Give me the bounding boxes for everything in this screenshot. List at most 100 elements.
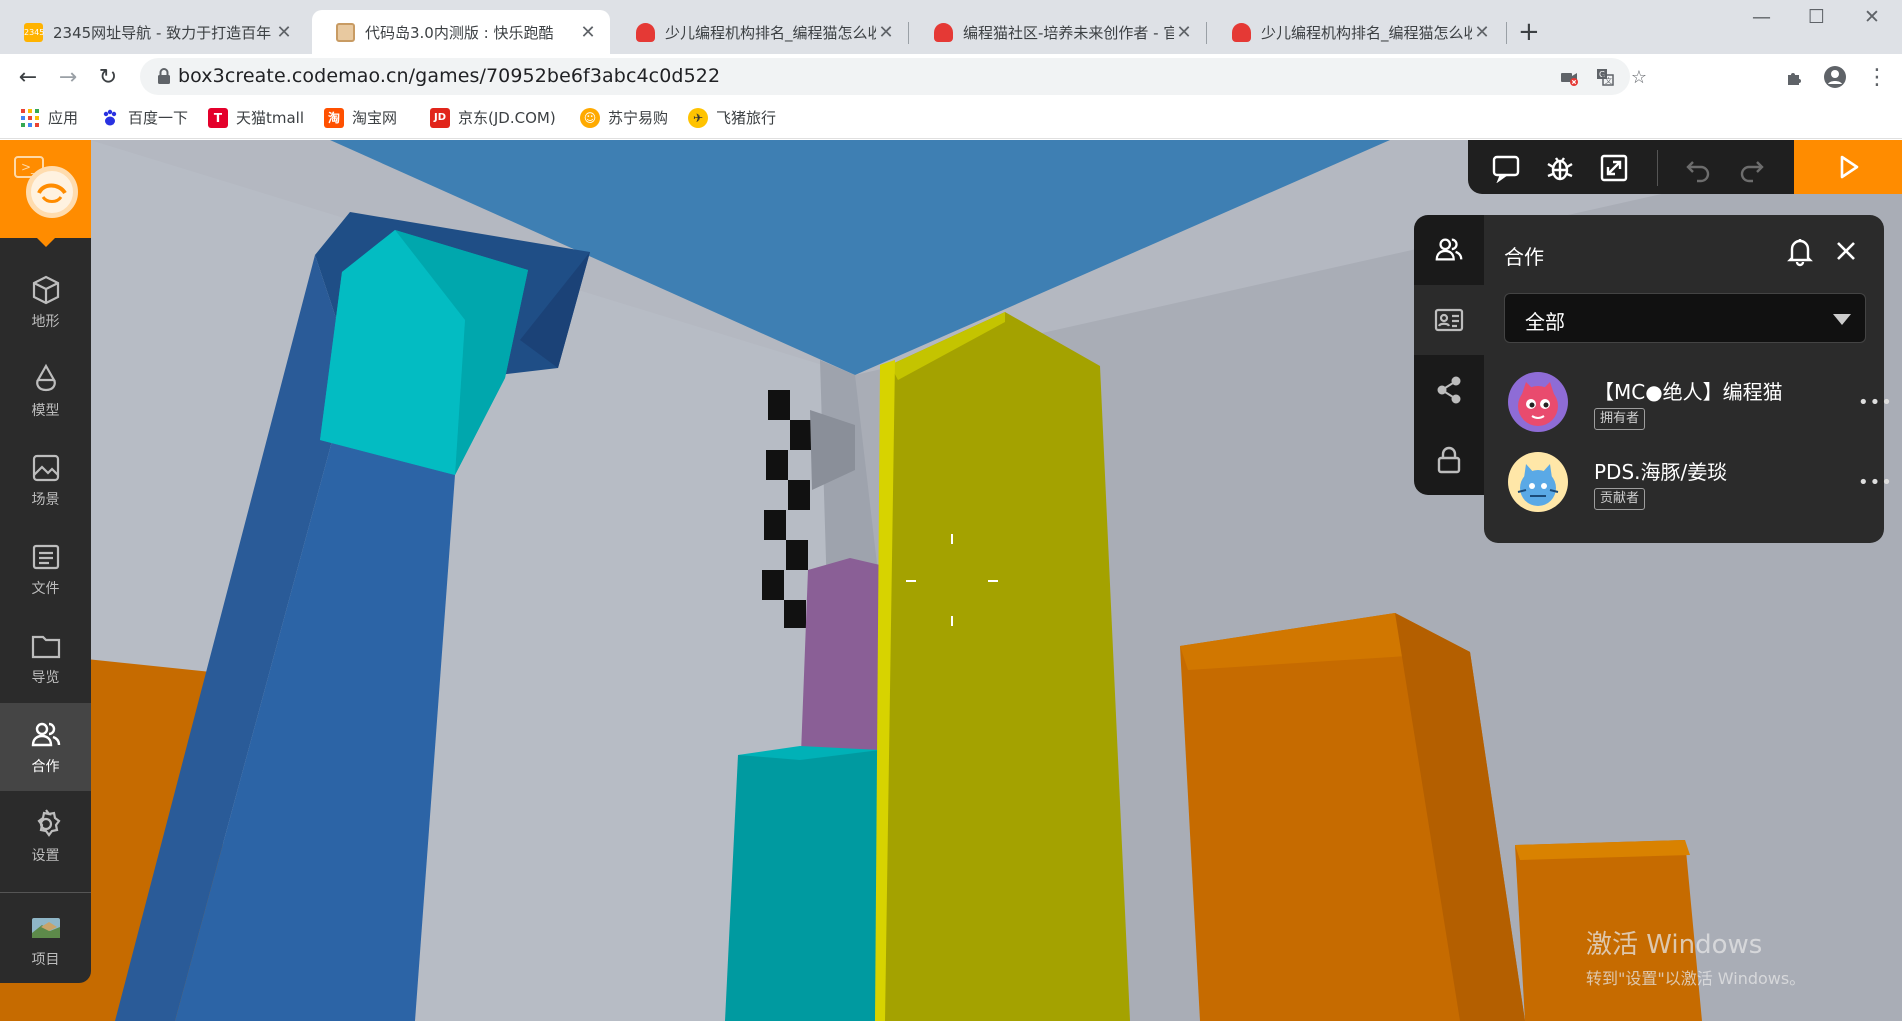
window-close-button[interactable]: ✕ <box>1864 6 1880 28</box>
member-list-item[interactable]: PDS.海豚/姜琰 贡献者 ••• <box>1508 450 1892 514</box>
close-icon[interactable] <box>1832 237 1860 265</box>
run-play-button[interactable] <box>1794 140 1902 194</box>
bookmark-label: 京东(JD.COM) <box>458 109 556 127</box>
sidebar-item-collaborate[interactable]: 合作 <box>0 703 91 791</box>
bookmark-tmall[interactable]: T 天猫tmall <box>208 107 304 128</box>
bookmark-label: 飞猪旅行 <box>716 109 777 127</box>
rail-members-button[interactable] <box>1414 215 1484 285</box>
tab-separator <box>908 22 909 44</box>
tab-close-icon[interactable]: ✕ <box>274 22 294 43</box>
browser-tab-2345[interactable]: 2345 2345网址导航 - 致力于打造百年 ✕ <box>0 10 306 54</box>
sidebar-item-model[interactable]: 模型 <box>0 347 91 435</box>
model-bell-icon <box>35 363 56 392</box>
box3-favicon-icon <box>336 22 355 42</box>
bookmark-star-icon[interactable]: ☆ <box>1626 64 1652 90</box>
sidebar-item-scene[interactable]: 场景 <box>0 436 91 524</box>
watermark-subtitle: 转到"设置"以激活 Windows。 <box>1586 969 1806 988</box>
sidebar-item-guide[interactable]: 导览 <box>0 614 91 702</box>
tab-close-icon[interactable]: ✕ <box>578 22 598 43</box>
bookmark-label: 苏宁易购 <box>608 109 669 127</box>
baidu-paw-icon <box>100 108 120 128</box>
windows-activation-watermark: 激活 Windows 转到"设置"以激活 Windows。 <box>1586 924 1805 989</box>
image-icon <box>32 454 59 482</box>
tab-separator <box>1206 22 1207 44</box>
folder-icon <box>31 635 60 659</box>
collaboration-panel: 合作 全部 【MC●绝人】编程猫 拥有者 ••• PDS.海豚/姜琰 贡献者 •… <box>1484 215 1892 543</box>
browser-tab-codemao-rank-2[interactable]: 少儿编程机构排名_编程猫怎么收 ✕ <box>1208 10 1504 54</box>
project-thumbnail-icon <box>31 918 60 938</box>
tab-close-icon[interactable]: ✕ <box>876 22 896 43</box>
sidebar-item-label: 合作 <box>31 759 60 775</box>
bookmark-jd[interactable]: JD 京东(JD.COM) <box>430 107 556 128</box>
member-list-item[interactable]: 【MC●绝人】编程猫 拥有者 ••• <box>1508 370 1892 434</box>
member-filter-select[interactable]: 全部 <box>1504 293 1866 343</box>
play-icon <box>1840 155 1859 179</box>
bookmarks-bar: 应用 百度一下 T 天猫tmall 淘 淘宝网 JD 京东(JD.COM) ☺ … <box>0 99 1902 139</box>
extensions-puzzle-icon[interactable] <box>1780 62 1810 92</box>
debug-bug-icon[interactable] <box>1544 152 1576 184</box>
tab-close-icon[interactable]: ✕ <box>1174 22 1194 43</box>
rail-lock-button[interactable] <box>1414 425 1484 495</box>
sidebar-item-label: 设置 <box>31 848 60 864</box>
back-arrow-icon[interactable]: ← <box>12 61 44 93</box>
tab-title: 编程猫社区-培养未来创作者 - 官 <box>963 23 1174 42</box>
sidebar-item-project[interactable]: 项目 <box>0 900 91 980</box>
sidebar-item-settings[interactable]: 设置 <box>0 792 91 880</box>
jd-icon: JD <box>430 107 450 128</box>
bookmark-suning[interactable]: ☺ 苏宁易购 <box>580 107 668 128</box>
sidebar-item-label: 场景 <box>31 492 60 508</box>
codemao-logo[interactable]: >_ <box>0 140 91 238</box>
window-minimize-button[interactable]: — <box>1752 6 1771 28</box>
bookmark-taobao[interactable]: 淘 淘宝网 <box>324 107 397 128</box>
rail-share-button[interactable] <box>1414 355 1484 425</box>
tab-separator <box>1506 22 1507 44</box>
watermark-title: 激活 Windows <box>1586 930 1763 960</box>
sidebar-item-label: 地形 <box>31 314 60 330</box>
bookmark-label: 天猫tmall <box>236 109 305 127</box>
id-card-icon <box>1434 308 1464 332</box>
reload-icon[interactable]: ↻ <box>92 61 124 93</box>
more-options-icon[interactable]: ••• <box>1858 472 1893 493</box>
file-list-icon <box>32 544 59 570</box>
camera-blocked-icon[interactable] <box>1556 64 1582 90</box>
window-maximize-button[interactable]: ☐ <box>1808 6 1825 28</box>
logo-dropdown-arrow-icon[interactable] <box>37 238 55 247</box>
tab-close-icon[interactable]: ✕ <box>1472 22 1492 43</box>
sidebar-item-terrain[interactable]: 地形 <box>0 258 91 346</box>
browser-tab-codemao-rank[interactable]: 少儿编程机构排名_编程猫怎么收 ✕ <box>612 10 908 54</box>
address-bar[interactable]: box3create.codemao.cn/games/70952be6f3ab… <box>140 58 1647 95</box>
fliggy-icon: ✈ <box>688 107 708 128</box>
gear-icon <box>36 809 61 837</box>
tab-title: 2345网址导航 - 致力于打造百年 <box>53 23 272 42</box>
url-text[interactable]: box3create.codemao.cn/games/70952be6f3ab… <box>178 65 720 87</box>
role-badge: 贡献者 <box>1594 488 1646 510</box>
more-options-icon[interactable]: ••• <box>1858 392 1893 413</box>
chat-icon[interactable] <box>1490 152 1522 184</box>
panel-title: 合作 <box>1504 245 1544 269</box>
yellow-pillar-front <box>875 312 1130 1021</box>
kebab-menu-icon[interactable]: ⋮ <box>1862 62 1892 92</box>
redo-icon[interactable] <box>1736 152 1768 184</box>
browser-tab-codemao-community[interactable]: 编程猫社区-培养未来创作者 - 官 ✕ <box>910 10 1206 54</box>
fullscreen-icon[interactable] <box>1598 152 1630 184</box>
bookmark-label: 百度一下 <box>128 109 189 127</box>
sidebar-item-label: 项目 <box>31 952 60 968</box>
bookmark-label: 应用 <box>48 109 79 127</box>
bookmark-fliggy[interactable]: ✈ 飞猪旅行 <box>688 107 776 128</box>
bookmark-apps[interactable]: 应用 <box>20 107 78 128</box>
bookmark-baidu[interactable]: 百度一下 <box>100 107 188 128</box>
editor-sidebar: >_ 地形 模型 场景 文件 导览 合作 设置 项目 <box>0 140 91 983</box>
role-badge: 拥有者 <box>1594 408 1646 430</box>
forward-arrow-icon[interactable]: → <box>52 61 84 93</box>
tab-title: 少儿编程机构排名_编程猫怎么收 <box>1261 23 1472 42</box>
new-tab-button[interactable]: + <box>1518 18 1540 46</box>
undo-icon[interactable] <box>1682 152 1714 184</box>
profile-avatar-icon[interactable] <box>1820 62 1850 92</box>
translate-icon[interactable]: G文 <box>1592 64 1618 90</box>
codemao-favicon-icon <box>1232 22 1251 42</box>
browser-tab-codemao-game[interactable]: 代码岛3.0内测版 : 快乐跑酷 ✕ <box>312 10 610 54</box>
2345-favicon-icon: 2345 <box>24 22 44 42</box>
sidebar-item-file[interactable]: 文件 <box>0 525 91 613</box>
rail-profile-card-button[interactable] <box>1414 285 1484 355</box>
bell-icon[interactable] <box>1784 235 1816 267</box>
